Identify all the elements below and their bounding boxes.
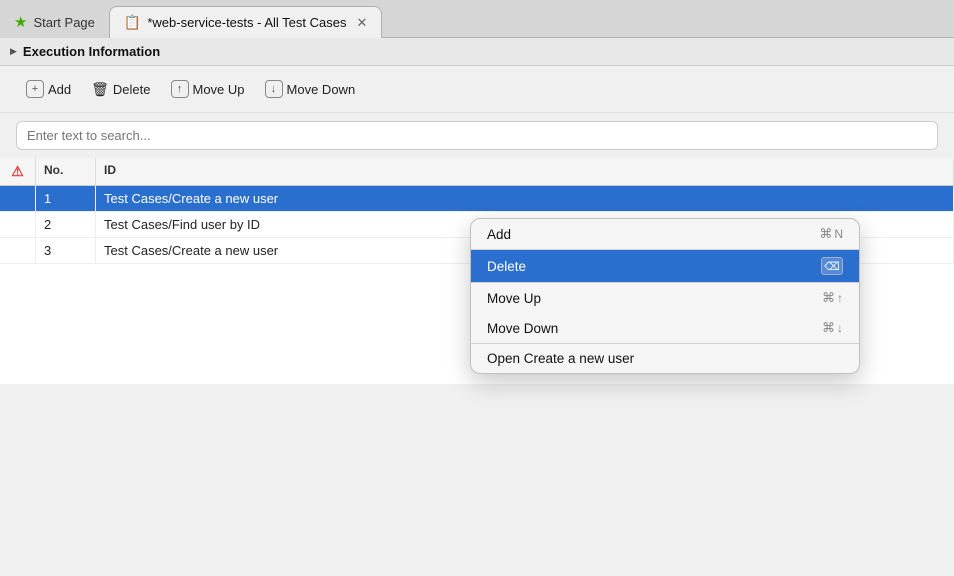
ctx-move-up-shortcut: ⌘ ↑ (822, 290, 843, 306)
col-header-alert: ⚠ (0, 158, 36, 185)
add-label: Add (48, 82, 71, 97)
delete-key-icon: ⌫ (821, 257, 843, 275)
move-down-label: Move Down (287, 82, 356, 97)
delete-label: Delete (113, 82, 151, 97)
table-row[interactable]: 1 Test Cases/Create a new user (0, 186, 954, 212)
move-down-button[interactable]: ↓ Move Down (255, 76, 366, 102)
context-menu-item-move-up[interactable]: Move Up ⌘ ↑ (471, 283, 859, 313)
move-up-button[interactable]: ↑ Move Up (161, 76, 255, 102)
row-alert-2 (0, 212, 36, 237)
tab-start-page-label: Start Page (33, 15, 94, 30)
tab-test-cases[interactable]: 📋 *web-service-tests - All Test Cases ✕ (109, 6, 383, 38)
move-up-label: Move Up (193, 82, 245, 97)
ctx-move-down-shortcut: ⌘ ↓ (822, 320, 843, 336)
trash-icon: 🗑 (91, 81, 109, 98)
context-menu-item-delete[interactable]: Delete ⌫ (471, 250, 859, 282)
ctx-move-up-label: Move Up (487, 291, 541, 306)
toolbar: + Add 🗑 Delete ↑ Move Up ↓ Move Down (0, 66, 954, 113)
table-icon: 📋 (124, 14, 141, 31)
row-no-3: 3 (36, 238, 96, 263)
down-icon: ↓ (265, 80, 283, 98)
search-bar (0, 113, 954, 158)
ctx-add-label: Add (487, 227, 511, 242)
context-menu-item-add[interactable]: Add ⌘ N (471, 219, 859, 249)
col-header-no: No. (36, 158, 96, 185)
row-no-1: 1 (36, 186, 96, 211)
tab-bar: ★ Start Page 📋 *web-service-tests - All … (0, 0, 954, 38)
table-header: ⚠ No. ID (0, 158, 954, 186)
row-no-2: 2 (36, 212, 96, 237)
context-menu-item-move-down[interactable]: Move Down ⌘ ↓ (471, 313, 859, 343)
table-container: ⚠ No. ID 1 Test Cases/Create a new user … (0, 158, 954, 384)
tab-test-cases-label: *web-service-tests - All Test Cases (147, 15, 346, 30)
section-header[interactable]: ▶ Execution Information (0, 38, 954, 66)
context-menu: Add ⌘ N Delete ⌫ Move Up ⌘ ↑ Move Down ⌘… (470, 218, 860, 374)
row-alert-1 (0, 186, 36, 211)
ctx-open-label: Open Create a new user (487, 351, 634, 366)
ctx-delete-label: Delete (487, 259, 526, 274)
tab-close-icon[interactable]: ✕ (357, 15, 368, 31)
search-input[interactable] (16, 121, 938, 150)
ctx-move-down-label: Move Down (487, 321, 558, 336)
ctx-add-shortcut: ⌘ N (819, 226, 843, 242)
add-button[interactable]: + Add (16, 76, 81, 102)
add-icon: + (26, 80, 44, 98)
row-id-1: Test Cases/Create a new user (96, 186, 954, 211)
delete-button[interactable]: 🗑 Delete (81, 77, 160, 102)
tab-start-page[interactable]: ★ Start Page (0, 6, 109, 38)
up-icon: ↑ (171, 80, 189, 98)
ctx-delete-shortcut: ⌫ (821, 257, 843, 275)
col-header-id: ID (96, 158, 954, 185)
section-arrow-icon: ▶ (10, 46, 17, 57)
section-title: Execution Information (23, 44, 160, 59)
row-alert-3 (0, 238, 36, 263)
context-menu-item-open[interactable]: Open Create a new user (471, 344, 859, 373)
star-icon: ★ (14, 13, 27, 31)
